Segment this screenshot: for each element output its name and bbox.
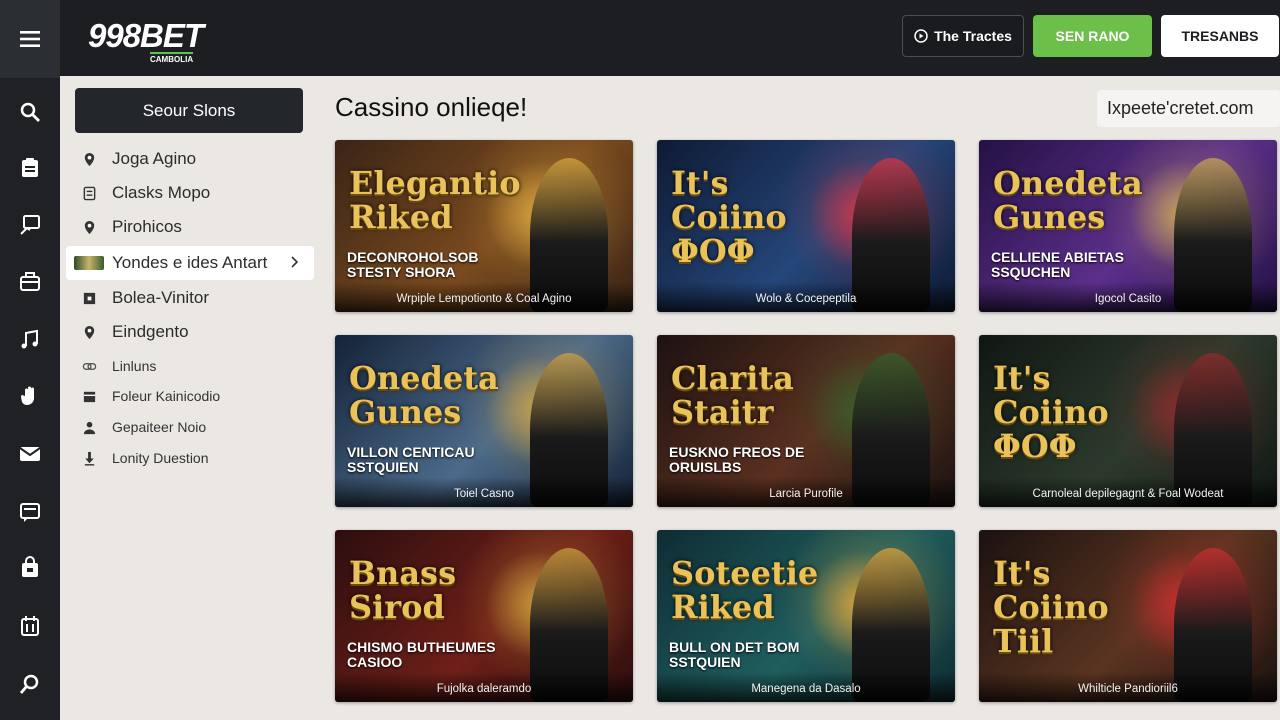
game-subtitle: VILLON CENTICAU SSTQUIEN	[347, 444, 475, 475]
game-title: Clarita Staitr	[671, 359, 794, 431]
briefcase-icon[interactable]	[0, 262, 60, 302]
game-card[interactable]: It's Coiino ΦOΦ Wolo & Cocepeptila	[657, 140, 955, 312]
logo-tagline: CAMBOLIA	[150, 52, 194, 64]
game-card[interactable]: Bnass Sirod CHISMO BUTHEUMES CASIOO Fujolk…	[335, 530, 633, 702]
page-title: Cassino onlieqe!	[335, 92, 528, 122]
game-title: Onedeta Gunes	[993, 164, 1143, 236]
search-icon[interactable]	[0, 92, 60, 132]
game-subtitle: CELLIENE ABIETAS SSQUCHEN	[991, 249, 1125, 280]
mail-icon[interactable]	[0, 434, 60, 474]
sidebar-item-label: Yondes e ides Antart	[112, 253, 268, 272]
hand-icon[interactable]	[0, 376, 60, 416]
sidebar-item-bolea-vinitor[interactable]: Bolea-Vinitor	[66, 281, 314, 315]
game-caption: Wolo & Cocepeptila	[657, 282, 955, 312]
game-card[interactable]: Soteetie Riked BULL ON DET BOM SSTQUIEN Ma…	[657, 530, 955, 702]
top-bar: 998BET CAMBOLIA The Tractes SEN RANO TRE…	[60, 0, 1280, 76]
sidebar-item-label: Pirohicos	[112, 217, 182, 236]
game-caption: Wrpiple Lempotionto & Coal Agino	[335, 282, 633, 312]
tractes-button-label: The Tractes	[934, 28, 1012, 44]
game-title: Soteetie Riked	[671, 554, 819, 626]
game-card[interactable]: It's Coiino ΦOΦ Carnoleal depilegagnt & F…	[979, 335, 1277, 507]
play-circle-icon	[914, 29, 928, 43]
game-title: Onedeta Gunes	[349, 359, 499, 431]
game-title: It's Coiino ΦOΦ	[993, 359, 1109, 465]
music-icon[interactable]	[0, 320, 60, 360]
game-caption: Whilticle Pandioriil6	[979, 672, 1277, 702]
sidebar-item-linluns[interactable]: Linluns	[66, 349, 314, 383]
sidebar-item-pirohicos[interactable]: Pirohicos	[66, 210, 314, 244]
sidebar-item-label: Clasks Mopo	[112, 183, 211, 202]
sidebar-item-label: Lonity Duestion	[112, 450, 209, 466]
game-title: Elegantio Riked	[349, 164, 521, 236]
game-card[interactable]: Onedeta Gunes VILLON CENTICAU SSTQUIEN Toi…	[335, 335, 633, 507]
game-card[interactable]: Clarita Staitr EUSKNO FREOS DE ORUISLBS La…	[657, 335, 955, 507]
menu-icon[interactable]	[0, 0, 60, 78]
pin-icon	[66, 152, 112, 167]
sidebar-item-gepaiteer-noio[interactable]: Gepaiteer Noio	[66, 410, 314, 444]
square-icon	[66, 291, 112, 306]
game-caption: Manegena da Dasalo	[657, 672, 955, 702]
site-link[interactable]: Ixpeete'cretet.com	[1097, 90, 1280, 127]
monitor-icon[interactable]	[0, 205, 60, 245]
user-icon	[66, 420, 112, 435]
game-subtitle: EUSKNO FREOS DE ORUISLBS	[669, 444, 805, 475]
sidebar-item-joga-agino[interactable]: Joga Agino	[66, 142, 314, 176]
sidebar-item-clasks-mopo[interactable]: Clasks Mopo	[66, 176, 314, 210]
sidebar-item-yondes-active[interactable]: Yondes e ides Antart	[66, 246, 314, 280]
logo[interactable]: 998BET CAMBOLIA	[88, 17, 204, 65]
tractes-button[interactable]: The Tractes	[902, 15, 1024, 57]
chat-icon[interactable]	[0, 492, 60, 532]
bag-icon[interactable]	[0, 548, 60, 588]
sidebar-item-label: Foleur Kainicodio	[112, 388, 221, 404]
game-subtitle: DECONROHOLSOB STESTY SHORA	[347, 249, 479, 280]
sidebar-item-label: Gepaiteer Noio	[112, 419, 207, 435]
calendar-icon[interactable]	[0, 606, 60, 646]
thumbnail-icon	[74, 256, 104, 270]
sidebar-item-label: Eindgento	[112, 322, 189, 341]
game-title: It's Coiino ΦOΦ	[671, 164, 787, 270]
sidebar-item-label: Joga Agino	[112, 149, 197, 168]
card-icon	[66, 186, 112, 201]
document-icon[interactable]	[0, 148, 60, 188]
game-title: It's Coiino Tiil	[993, 554, 1109, 660]
box-icon	[66, 389, 112, 404]
sidebar-item-label: Linluns	[112, 358, 157, 374]
tresanbs-button[interactable]: TRESANBS	[1161, 15, 1279, 57]
game-caption: Igocol Casito	[979, 282, 1277, 312]
game-card[interactable]: Onedeta Gunes CELLIENE ABIETAS SSQUCHEN Ig…	[979, 140, 1277, 312]
logo-text: 998BET	[88, 17, 204, 54]
game-subtitle: BULL ON DET BOM SSTQUIEN	[669, 639, 800, 670]
download-icon	[66, 451, 112, 466]
search-icon[interactable]	[0, 664, 60, 704]
game-card[interactable]: It's Coiino Tiil Whilticle Pandioriil6	[979, 530, 1277, 702]
game-card[interactable]: Elegantio Riked DECONROHOLSOB STESTY SHOR…	[335, 140, 633, 312]
link-icon	[66, 359, 112, 374]
game-caption: Fujolka daleramdo	[335, 672, 633, 702]
sen-rano-button[interactable]: SEN RANO	[1033, 15, 1152, 57]
game-caption: Toiel Casno	[335, 477, 633, 507]
icon-rail	[0, 0, 60, 720]
sidebar-item-eindgento[interactable]: Eindgento	[66, 315, 314, 349]
search-slots-button[interactable]: Seour Slons	[75, 88, 303, 133]
sidebar-item-foleur-kainicodio[interactable]: Foleur Kainicodio	[66, 379, 314, 413]
game-caption: Carnoleal depilegagnt & Foal Wodeat	[979, 477, 1277, 507]
chevron-right-icon	[291, 256, 299, 268]
game-subtitle: CHISMO BUTHEUMES CASIOO	[347, 639, 496, 670]
sidebar-item-lonity-duestion[interactable]: Lonity Duestion	[66, 441, 314, 475]
sidebar-item-label: Bolea-Vinitor	[112, 288, 210, 307]
game-title: Bnass Sirod	[349, 554, 457, 626]
pin-icon	[66, 325, 112, 340]
pin-icon	[66, 220, 112, 235]
game-caption: Larcia Purofile	[657, 477, 955, 507]
